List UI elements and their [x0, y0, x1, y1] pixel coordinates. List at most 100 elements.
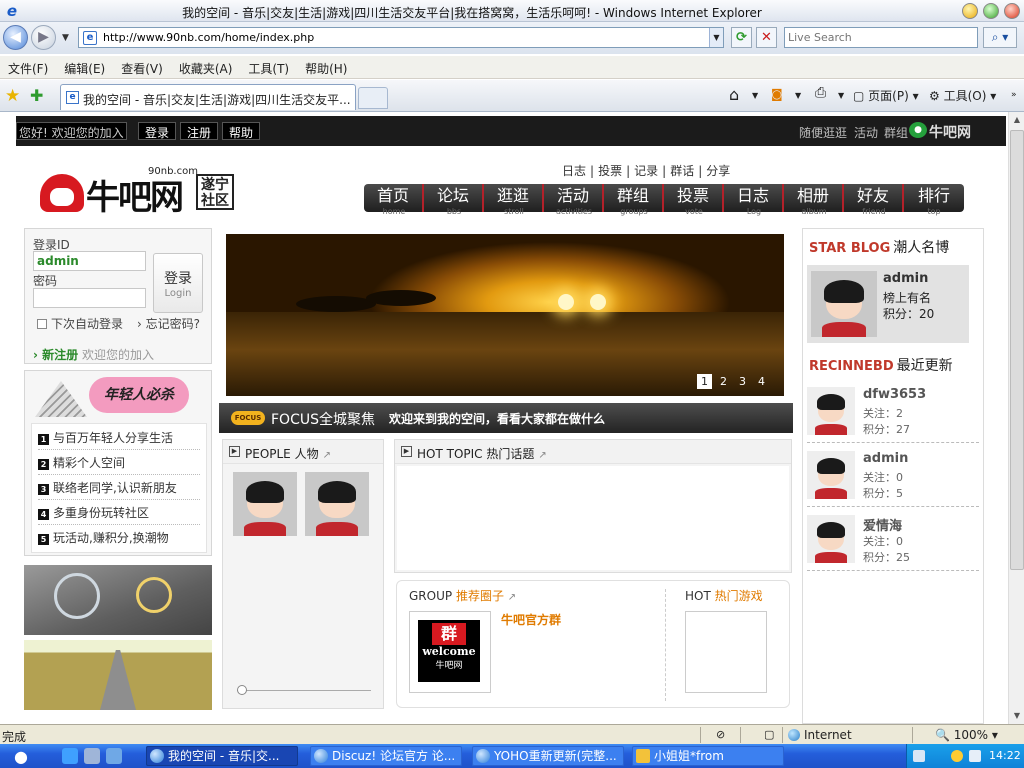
banner-page-1[interactable]: 1	[697, 374, 712, 389]
stop-button[interactable]: ✕	[756, 27, 777, 48]
slider-handle[interactable]	[237, 685, 247, 695]
menu-favorites[interactable]: 收藏夹(A)	[171, 56, 241, 77]
feeds-icon[interactable]: ◙	[771, 87, 783, 101]
home-icon[interactable]: ⌂	[729, 85, 739, 104]
taskbar-item[interactable]: Discuz! 论坛官方 论...	[310, 746, 462, 766]
menu-tools[interactable]: 工具(T)	[240, 56, 297, 77]
toolbar-chevron-icon[interactable]: »	[1011, 90, 1017, 100]
maximize-button[interactable]	[983, 3, 999, 19]
banner-page-3[interactable]: 3	[735, 374, 750, 389]
avatar[interactable]	[807, 451, 855, 499]
forgot-password-link[interactable]: › 忘记密码?	[137, 315, 200, 332]
new-tab-button[interactable]	[358, 87, 388, 109]
remember-me-checkbox[interactable]: 下次自动登录	[37, 315, 123, 332]
scroll-thumb[interactable]	[1010, 130, 1024, 570]
list-item[interactable]: dfw3653 关注：2 积分：27	[807, 381, 979, 443]
home-dropdown-icon[interactable]: ▼	[752, 91, 758, 100]
password-input[interactable]	[33, 288, 146, 308]
favorites-star-icon[interactable]: ★	[5, 86, 20, 106]
avatar[interactable]	[807, 515, 855, 563]
list-item[interactable]: 4 多重身份玩转社区	[38, 501, 200, 525]
topbar-link-stroll[interactable]: 随便逛逛	[799, 124, 847, 141]
list-item[interactable]: 5 玩活动,赚积分,换潮物	[38, 526, 200, 550]
topbar-help-link[interactable]: 帮助	[222, 122, 261, 140]
print-dropdown-icon[interactable]: ▼	[838, 91, 844, 100]
mini-logo[interactable]: ● 牛吧网	[909, 122, 971, 142]
recent-user-name[interactable]: admin	[863, 451, 908, 466]
subnav-group-talk[interactable]: 群话	[670, 164, 694, 178]
subnav-vote[interactable]: 投票	[598, 164, 622, 178]
new-register-link[interactable]: › 新注册	[33, 348, 78, 362]
qq-icon[interactable]	[951, 750, 963, 762]
quicklaunch-ie-icon[interactable]	[62, 748, 78, 764]
external-link-icon[interactable]: ↗	[508, 592, 516, 603]
tab-current[interactable]: e 我的空间 - 音乐|交友|生活|游戏|四川生活交友平...	[60, 84, 356, 110]
list-item[interactable]: 1 与百万年轻人分享生活	[38, 426, 200, 450]
forward-button[interactable]: ▶	[31, 25, 56, 50]
feeds-dropdown-icon[interactable]: ▼	[795, 91, 801, 100]
avatar[interactable]	[305, 472, 369, 536]
recent-user-name[interactable]: 爱情海	[863, 515, 902, 534]
list-item[interactable]: 2 精彩个人空间	[38, 451, 200, 475]
star-blog-name[interactable]: admin	[883, 271, 928, 286]
login-id-input[interactable]	[33, 251, 146, 271]
volume-icon[interactable]	[969, 750, 981, 762]
subnav-log[interactable]: 日志	[562, 164, 586, 178]
list-item[interactable]: 爱情海 关注：0 积分：25	[807, 509, 979, 571]
external-link-icon[interactable]: ↗	[538, 450, 546, 461]
keyboard-icon[interactable]	[913, 750, 925, 762]
menu-file[interactable]: 文件(F)	[0, 56, 56, 77]
minimize-button[interactable]	[962, 3, 978, 19]
avatar[interactable]	[807, 387, 855, 435]
avatar[interactable]	[811, 271, 877, 337]
search-button[interactable]: ⌕ ▾	[983, 27, 1017, 48]
avatar[interactable]	[233, 472, 297, 536]
add-favorite-icon[interactable]: ✚	[30, 86, 43, 105]
star-blog-card[interactable]: admin 榜上有名 积分：20	[807, 265, 969, 343]
taskbar-item[interactable]: 我的空间 - 音乐|交...	[146, 746, 298, 766]
search-input[interactable]	[784, 27, 978, 48]
tools-menu-button[interactable]: ⚙ 工具(O) ▾	[929, 87, 996, 104]
login-button[interactable]: 登录 Login	[153, 253, 203, 313]
scroll-up-icon[interactable]: ▲	[1009, 112, 1024, 128]
start-apple-icon[interactable]: ●	[14, 747, 36, 766]
zoom-control[interactable]: 🔍 100% ▾	[935, 728, 998, 742]
external-link-icon[interactable]: ↗	[323, 450, 331, 461]
topbar-link-groups[interactable]: 群组	[884, 124, 908, 141]
hot-game-thumbnail[interactable]	[685, 611, 767, 693]
close-button[interactable]	[1004, 3, 1020, 19]
group-thumbnail[interactable]: 群 welcome 牛吧网	[409, 611, 491, 693]
address-dropdown-icon[interactable]: ▼	[709, 28, 723, 47]
topbar-register-link[interactable]: 注册	[180, 122, 219, 140]
banner-page-4[interactable]: 4	[754, 374, 769, 389]
menu-edit[interactable]: 编辑(E)	[56, 56, 113, 77]
recent-user-name[interactable]: dfw3653	[863, 387, 926, 402]
popup-blocker-icon[interactable]: ⊘	[716, 728, 725, 741]
print-icon[interactable]: ⎙	[815, 85, 826, 101]
quicklaunch-media-icon[interactable]	[84, 748, 100, 764]
focus-banner-image[interactable]: 1234	[226, 234, 784, 396]
subnav-record[interactable]: 记录	[634, 164, 658, 178]
people-slider[interactable]	[237, 685, 371, 695]
page-menu-button[interactable]: ▢ 页面(P) ▾	[853, 87, 919, 104]
list-item[interactable]: 3 联络老同学,认识新朋友	[38, 476, 200, 500]
quicklaunch-desktop-icon[interactable]	[106, 748, 122, 764]
security-zone[interactable]: Internet	[788, 728, 852, 742]
taskbar-item[interactable]: YOHO重新更新(完整...	[472, 746, 624, 766]
promo-photo-road[interactable]	[24, 640, 212, 710]
promo-photo-drawing[interactable]	[24, 565, 212, 635]
scroll-down-icon[interactable]: ▼	[1009, 708, 1024, 724]
site-logo[interactable]: 90nb.com 牛吧网 遂宁社区	[40, 166, 240, 218]
back-button[interactable]: ◀	[3, 25, 28, 50]
address-field[interactable]: e http://www.90nb.com/home/index.php ▼	[78, 27, 724, 48]
menu-help[interactable]: 帮助(H)	[297, 56, 355, 77]
menu-view[interactable]: 查看(V)	[113, 56, 171, 77]
group-name-link[interactable]: 牛吧官方群	[501, 611, 561, 628]
history-dropdown-icon[interactable]: ▼	[62, 33, 69, 43]
vertical-scrollbar[interactable]: ▲ ▼	[1008, 112, 1024, 724]
list-item[interactable]: admin 关注：0 积分：5	[807, 445, 979, 507]
taskbar-item[interactable]: 小姐姐*from	[632, 746, 784, 766]
topbar-link-activity[interactable]: 活动	[854, 124, 878, 141]
refresh-button[interactable]: ⟳	[731, 27, 752, 48]
subnav-share[interactable]: 分享	[706, 164, 730, 178]
